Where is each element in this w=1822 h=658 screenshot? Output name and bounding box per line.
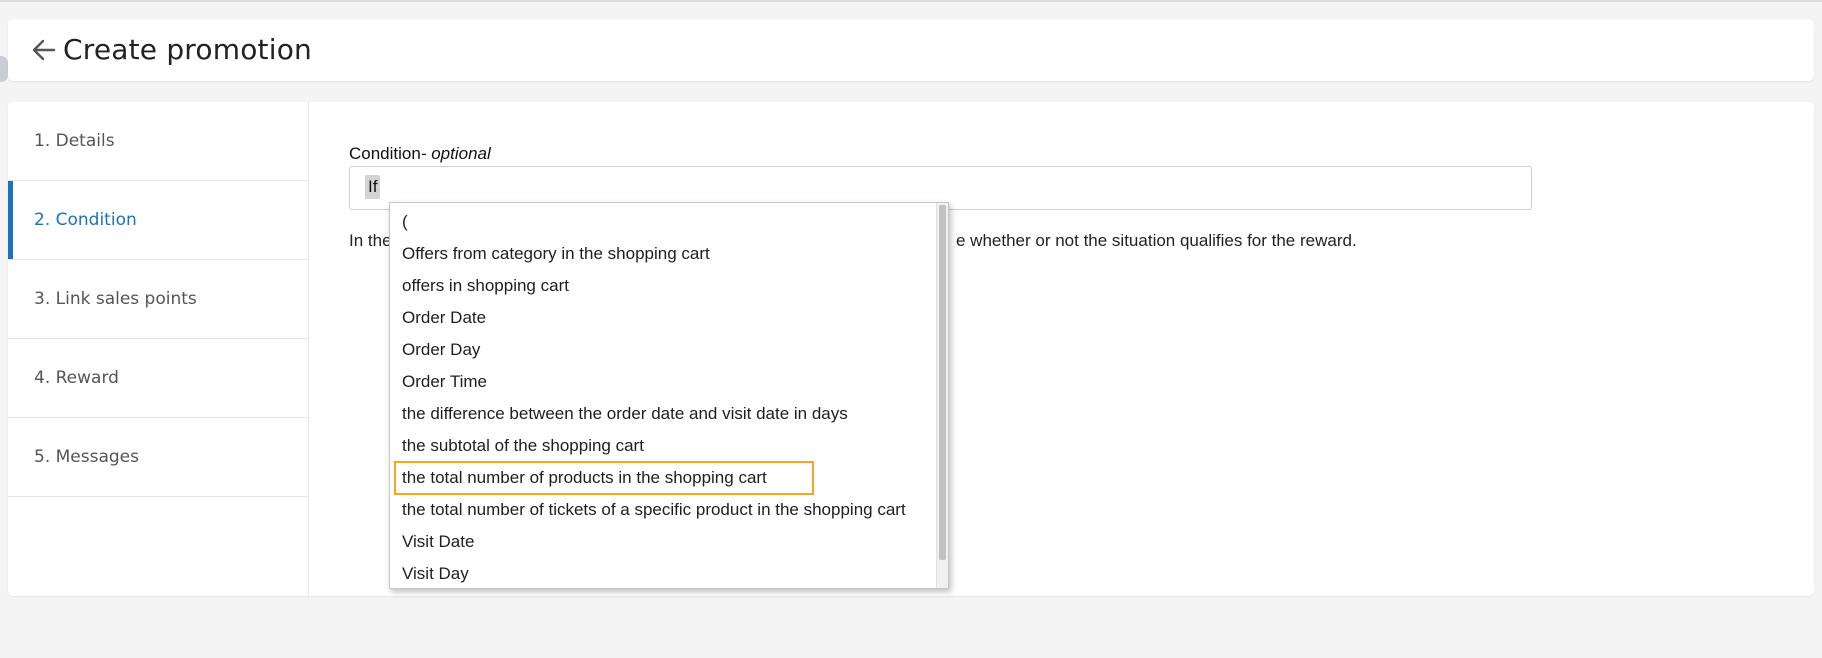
- steps-sidebar: 1. Details 2. Condition 3. Link sales po…: [8, 102, 309, 596]
- side-tab-handle[interactable]: [0, 56, 8, 82]
- page-header: Create promotion: [8, 19, 1814, 81]
- dropdown-item[interactable]: Offers from category in the shopping car…: [396, 239, 716, 269]
- dropdown-item[interactable]: (: [396, 207, 414, 237]
- step-reward[interactable]: 4. Reward: [8, 339, 308, 418]
- optional-text: - optional: [420, 144, 491, 163]
- condition-label-text: Condition: [349, 144, 421, 163]
- dropdown-scrollbar[interactable]: [936, 203, 948, 588]
- dropdown-item[interactable]: the difference between the order date an…: [396, 399, 854, 429]
- dropdown-item[interactable]: Order Day: [396, 335, 486, 365]
- step-label: 1. Details: [34, 131, 115, 151]
- page-title: Create promotion: [63, 33, 312, 66]
- dropdown-item[interactable]: the subtotal of the shopping cart: [396, 431, 650, 461]
- help-text-end: e whether or not the situation qualifies…: [956, 231, 1357, 250]
- condition-dropdown[interactable]: ( Offers from category in the shopping c…: [389, 202, 949, 589]
- step-label: 3. Link sales points: [34, 289, 197, 309]
- dropdown-item[interactable]: Visit Day: [396, 559, 475, 588]
- dropdown-item[interactable]: offers in shopping cart: [396, 271, 575, 301]
- condition-label: Condition- optional: [349, 144, 491, 164]
- scrollbar-thumb[interactable]: [939, 205, 946, 560]
- back-button[interactable]: [24, 32, 64, 68]
- dropdown-item[interactable]: the total number of tickets of a specifi…: [396, 495, 912, 525]
- dropdown-item[interactable]: Order Date: [396, 303, 492, 333]
- step-label: 5. Messages: [34, 447, 139, 467]
- step-label: 4. Reward: [34, 368, 119, 388]
- step-label: 2. Condition: [34, 210, 137, 230]
- dropdown-item[interactable]: Visit Date: [396, 527, 480, 557]
- step-messages[interactable]: 5. Messages: [8, 418, 308, 497]
- if-token[interactable]: If: [365, 175, 381, 199]
- help-text-start: In the: [349, 231, 392, 250]
- step-link-sales-points[interactable]: 3. Link sales points: [8, 260, 308, 339]
- dropdown-item-highlighted[interactable]: the total number of products in the shop…: [394, 461, 814, 495]
- step-details[interactable]: 1. Details: [8, 102, 308, 181]
- dropdown-item[interactable]: Order Time: [396, 367, 493, 397]
- arrow-left-icon: [32, 39, 56, 61]
- top-divider: [0, 0, 1822, 2]
- step-condition[interactable]: 2. Condition: [8, 181, 308, 260]
